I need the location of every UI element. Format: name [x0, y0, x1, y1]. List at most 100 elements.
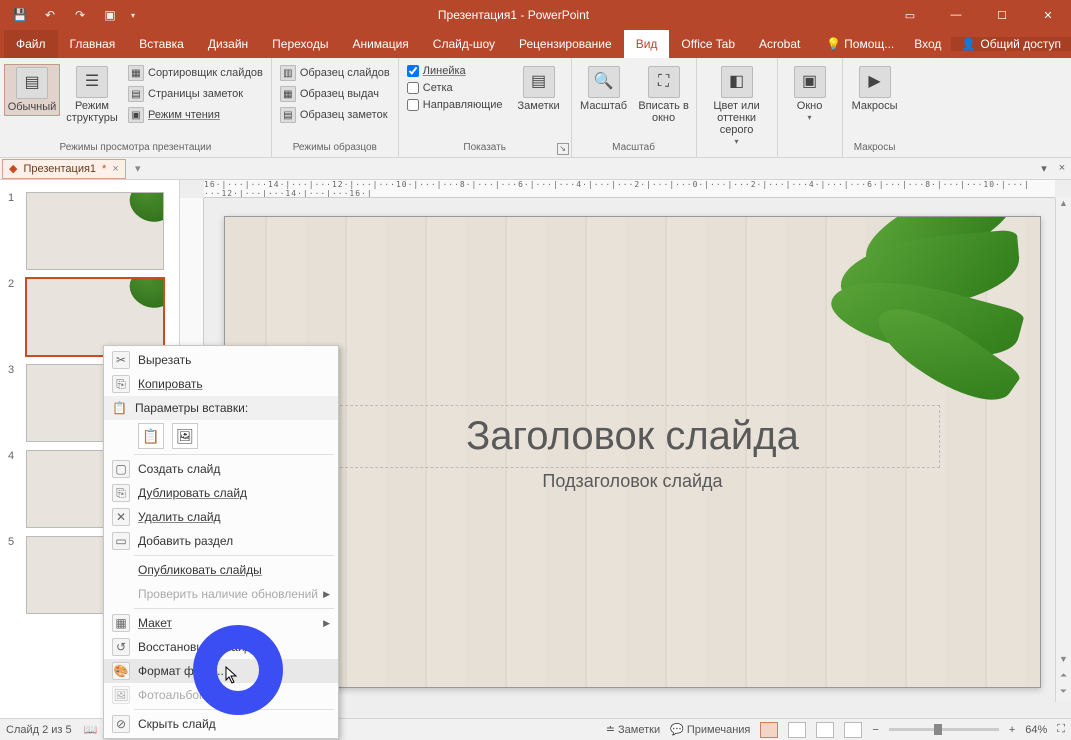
slideshow-status-button[interactable] — [844, 722, 862, 738]
notes-page-button[interactable]: ▤Страницы заметок — [124, 85, 267, 103]
next-slide-icon[interactable]: ⏷ — [1056, 686, 1071, 702]
tab-acrobat[interactable]: Acrobat — [747, 30, 812, 58]
tab-transitions[interactable]: Переходы — [260, 30, 340, 58]
tab-officetab[interactable]: Office Tab — [669, 30, 747, 58]
cm-hide-slide[interactable]: ⊘Скрыть слайд — [104, 712, 338, 736]
tab-menu-icon[interactable]: ▾ — [1035, 162, 1053, 175]
new-tab-button[interactable]: ▾ — [130, 162, 146, 175]
save-icon[interactable]: 💾 — [6, 1, 34, 29]
signin-button[interactable]: Вход — [904, 37, 951, 51]
close-all-icon[interactable]: × — [1053, 162, 1071, 175]
qat-dropdown-icon[interactable]: ▾ — [126, 1, 140, 29]
window-button[interactable]: ▣ Окно ▾ — [782, 64, 838, 125]
slide-sorter-button[interactable]: ▦Сортировщик слайдов — [124, 64, 267, 82]
vertical-scrollbar[interactable]: ▲ ▼ ⏶ ⏷ — [1055, 198, 1071, 702]
group-color: ◧ Цвет или оттенки серого ▾ — [697, 58, 778, 157]
title-placeholder[interactable]: Заголовок слайда — [325, 405, 940, 468]
slide-master-button[interactable]: ▥Образец слайдов — [276, 64, 394, 82]
paste-picture-button[interactable]: 🖼 — [172, 423, 198, 449]
scroll-down-icon[interactable]: ▼ — [1056, 654, 1071, 670]
section-icon: ▭ — [112, 532, 130, 550]
guides-checkbox[interactable]: Направляющие — [403, 98, 507, 112]
tab-view[interactable]: Вид — [624, 30, 670, 58]
cm-format-background[interactable]: 🎨Формат фона... — [104, 659, 338, 683]
slide-canvas[interactable]: Заголовок слайда Подзаголовок слайда — [224, 216, 1041, 688]
reading-view-button[interactable]: ▣Режим чтения — [124, 106, 267, 124]
horizontal-ruler[interactable]: 16·|···|···14·|···|···12·|···|···10·|···… — [204, 180, 1055, 198]
group-label: Макросы — [847, 140, 903, 157]
share-button[interactable]: 👤Общий доступ — [951, 37, 1071, 51]
minimize-button[interactable]: — — [933, 0, 979, 30]
notes-master-button[interactable]: ▤Образец заметок — [276, 106, 394, 124]
cm-publish[interactable]: Опубликовать слайды — [104, 558, 338, 582]
zoom-slider[interactable] — [889, 728, 999, 731]
format-bg-icon: 🎨 — [112, 662, 130, 680]
tab-design[interactable]: Дизайн — [196, 30, 260, 58]
close-tab-icon[interactable]: × — [112, 163, 118, 175]
prev-slide-icon[interactable]: ⏶ — [1056, 670, 1071, 686]
redo-icon[interactable]: ↷ — [66, 1, 94, 29]
sorter-view-status-button[interactable] — [788, 722, 806, 738]
fit-window-button[interactable]: ⛶ Вписать в окно — [636, 64, 692, 126]
cm-paste-header: 📋Параметры вставки: — [104, 396, 338, 420]
notes-master-icon: ▤ — [280, 107, 296, 123]
maximize-button[interactable]: ☐ — [979, 0, 1025, 30]
close-button[interactable]: ✕ — [1025, 0, 1071, 30]
tab-file[interactable]: Файл — [4, 30, 58, 58]
zoom-level[interactable]: 64% — [1025, 724, 1047, 736]
slide-counter[interactable]: Слайд 2 из 5 — [6, 724, 72, 736]
paste-keep-format-button[interactable]: 📋 — [138, 423, 164, 449]
normal-view-icon: ▤ — [16, 67, 48, 99]
notes-pane-button[interactable]: ▤ Заметки — [511, 64, 567, 114]
submenu-arrow-icon: ▶ — [323, 618, 330, 629]
scroll-up-icon[interactable]: ▲ — [1056, 198, 1071, 214]
reading-view-status-button[interactable] — [816, 722, 834, 738]
cm-check-updates: Проверить наличие обновлений▶ — [104, 582, 338, 606]
tab-animations[interactable]: Анимация — [340, 30, 420, 58]
zoom-button[interactable]: 🔍 Масштаб — [576, 64, 632, 114]
copy-icon: ⎘ — [112, 375, 130, 393]
dialog-launcher-icon[interactable]: ↘ — [557, 143, 569, 155]
handout-master-icon: ▦ — [280, 86, 296, 102]
outline-view-button[interactable]: ☰ Режим структуры — [64, 64, 120, 126]
outline-view-icon: ☰ — [76, 66, 108, 98]
group-label: Режимы образцов — [276, 140, 394, 157]
fit-to-window-icon[interactable]: ⛶ — [1057, 723, 1065, 736]
ruler-checkbox[interactable]: Линейка — [403, 64, 507, 78]
slide-thumb-1[interactable]: 1 — [0, 188, 179, 274]
normal-view-button[interactable]: ▤ Обычный — [4, 64, 60, 116]
tab-slideshow[interactable]: Слайд-шоу — [421, 30, 507, 58]
comments-toggle[interactable]: 💬 Примечания — [670, 723, 750, 736]
tab-review[interactable]: Рецензирование — [507, 30, 624, 58]
start-slideshow-icon[interactable]: ▣ — [96, 1, 124, 29]
zoom-in-button[interactable]: + — [1009, 724, 1015, 736]
cm-layout[interactable]: ▦Макет▶ — [104, 611, 338, 635]
cm-new-slide[interactable]: ▢Создать слайд — [104, 457, 338, 481]
normal-view-status-button[interactable] — [760, 722, 778, 738]
powerpoint-icon: ◆ — [9, 162, 17, 175]
cm-cut[interactable]: ✂Вырезать — [104, 348, 338, 372]
cm-add-section[interactable]: ▭Добавить раздел — [104, 529, 338, 553]
subtitle-placeholder[interactable]: Подзаголовок слайда — [325, 471, 940, 492]
document-tab[interactable]: ◆ Презентация1 * × — [2, 159, 126, 179]
cm-delete[interactable]: ✕Удалить слайд — [104, 505, 338, 529]
group-label: Масштаб — [576, 140, 692, 157]
gridlines-checkbox[interactable]: Сетка — [403, 81, 507, 95]
cm-duplicate[interactable]: ⎘Дублировать слайд — [104, 481, 338, 505]
handout-master-button[interactable]: ▦Образец выдач — [276, 85, 394, 103]
fit-icon: ⛶ — [648, 66, 680, 98]
window-controls: ▭ — ☐ ✕ — [887, 0, 1071, 30]
zoom-out-button[interactable]: − — [872, 724, 878, 736]
macros-button[interactable]: ▶ Макросы — [847, 64, 903, 114]
undo-icon[interactable]: ↶ — [36, 1, 64, 29]
tab-insert[interactable]: Вставка — [127, 30, 196, 58]
cm-copy[interactable]: ⎘Копировать — [104, 372, 338, 396]
ribbon-options-icon[interactable]: ▭ — [887, 0, 933, 30]
color-grayscale-button[interactable]: ◧ Цвет или оттенки серого ▾ — [701, 64, 773, 149]
spellcheck-icon[interactable]: 📖 — [84, 723, 98, 736]
cm-reset[interactable]: ↺Восстановить слайд — [104, 635, 338, 659]
paste-icon: 📋 — [112, 401, 127, 415]
tab-home[interactable]: Главная — [58, 30, 128, 58]
notes-toggle[interactable]: ≐ Заметки — [606, 723, 660, 736]
help-button[interactable]: 💡Помощ... — [816, 37, 904, 51]
